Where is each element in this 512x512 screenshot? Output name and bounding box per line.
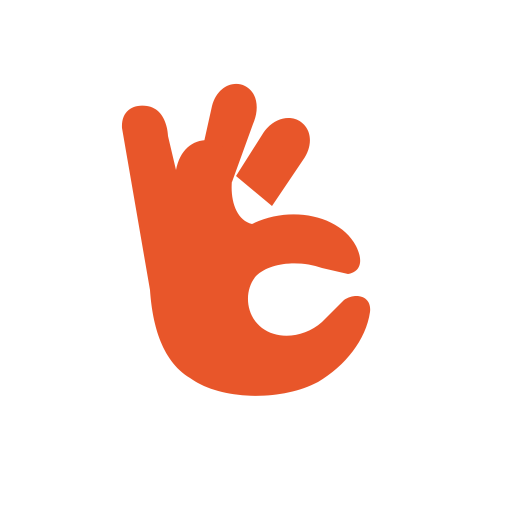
ok-hand-icon	[0, 0, 512, 512]
icon-canvas	[0, 0, 512, 512]
palm-and-thumb	[121, 105, 371, 396]
ok-hand-graphic	[121, 83, 371, 396]
ok-hand-shape	[121, 83, 371, 396]
